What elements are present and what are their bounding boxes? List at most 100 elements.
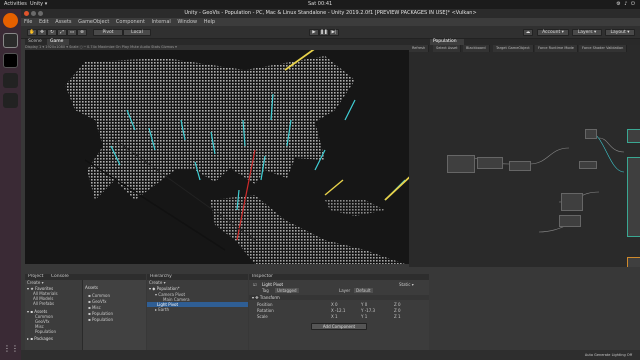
rect-tool-icon[interactable]: ▭: [67, 29, 77, 36]
local-toggle[interactable]: Local: [123, 29, 151, 36]
files-icon[interactable]: [3, 33, 18, 48]
asset-item[interactable]: ▪ Common: [88, 293, 110, 298]
scale-tool-icon[interactable]: ⤢: [57, 29, 67, 36]
favorite-item[interactable]: All Prefabs: [33, 301, 54, 306]
static-dropdown[interactable]: Static ▾: [399, 282, 414, 287]
maximize-window-icon[interactable]: [38, 11, 43, 16]
hierarchy-item[interactable]: ▸ Earth: [155, 307, 169, 312]
packages-header[interactable]: ▸ ▪ Packages: [27, 336, 53, 341]
transform-component-header[interactable]: ▾ ✥ Transform: [249, 295, 429, 300]
asset-item[interactable]: ▪ Population: [88, 311, 113, 316]
terminal-icon[interactable]: [3, 53, 18, 68]
asset-item[interactable]: ▪ GeoVfx: [88, 299, 107, 304]
app-menu[interactable]: Unity ▾: [30, 0, 47, 9]
menu-edit[interactable]: Edit: [39, 19, 49, 25]
packages-label: Packages: [34, 336, 53, 341]
rotate-tool-icon[interactable]: ↻: [47, 29, 57, 36]
clock[interactable]: Sat 00:41: [308, 0, 332, 9]
hand-tool-icon[interactable]: ✋: [27, 29, 37, 36]
menu-component[interactable]: Component: [116, 19, 145, 25]
app-grid-icon[interactable]: ⋮⋮: [3, 341, 19, 356]
layers-dropdown[interactable]: Layers ▾: [572, 29, 602, 36]
position-y-field[interactable]: Y 0: [361, 302, 367, 307]
rotation-x-field[interactable]: X -12.1: [331, 308, 345, 313]
graph-node[interactable]: [561, 193, 583, 211]
project-create-button[interactable]: Create ▾: [27, 280, 44, 285]
graph-context-node[interactable]: [627, 157, 640, 237]
scale-x-field[interactable]: X 1: [331, 314, 338, 319]
graph-force-shader-button[interactable]: Force Shader Validation: [579, 45, 628, 52]
graph-output-node[interactable]: [627, 257, 640, 267]
status-text: Auto Generate Lighting Off: [584, 353, 632, 357]
asset-item[interactable]: ▪ Population: [88, 317, 113, 322]
minimize-window-icon[interactable]: [31, 11, 36, 16]
play-button-icon[interactable]: ▶: [309, 29, 319, 36]
graph-force-runtime-button[interactable]: Force Runtime Mode: [535, 45, 578, 52]
graph-select-asset-button[interactable]: Select Asset: [433, 45, 462, 52]
activities-button[interactable]: Activities: [4, 0, 27, 9]
transform-tool-icon[interactable]: ⊕: [77, 29, 87, 36]
main-toolbar: ✋ ✥ ↻ ⤢ ▭ ⊕ Pivot Local ▶ ❚❚ ▶| ☁ Accoun…: [21, 26, 640, 39]
asset-item-label: Population: [91, 311, 113, 316]
menu-file[interactable]: File: [24, 19, 32, 25]
graph-node[interactable]: [585, 129, 597, 139]
account-dropdown[interactable]: Account ▾: [537, 29, 569, 36]
unity-icon[interactable]: [3, 73, 18, 88]
scale-z-field[interactable]: Z 1: [394, 314, 401, 319]
rotation-z-field[interactable]: Z 0: [394, 308, 401, 313]
folder-item[interactable]: Population: [35, 329, 56, 334]
menu-window[interactable]: Window: [177, 19, 197, 25]
system-top-bar: Activities Unity ▾ Sat 00:41 ⚙ ♪ ⏻: [0, 0, 640, 9]
object-active-checkbox[interactable]: ☑: [253, 282, 257, 287]
rotation-label: Rotation: [257, 308, 274, 313]
step-button-icon[interactable]: ▶|: [329, 29, 339, 36]
asset-item-label: Misc: [91, 305, 101, 310]
graph-node[interactable]: [509, 161, 531, 171]
graph-blackboard-button[interactable]: Blackboard: [463, 45, 490, 52]
move-tool-icon[interactable]: ✥: [37, 29, 47, 36]
graph-node[interactable]: [579, 161, 597, 169]
menu-gameobject[interactable]: GameObject: [78, 19, 109, 25]
asset-item[interactable]: ▪ Misc: [88, 305, 101, 310]
graph-context-node[interactable]: [627, 129, 640, 143]
layer-dropdown[interactable]: Default: [354, 288, 373, 293]
graph-refresh-button[interactable]: Refresh: [409, 45, 430, 52]
tab-inspector[interactable]: Inspector: [252, 274, 273, 279]
graph-node[interactable]: [447, 155, 475, 173]
status-bar: Auto Generate Lighting Off: [21, 350, 640, 360]
pause-button-icon[interactable]: ❚❚: [319, 29, 329, 36]
tab-console[interactable]: Console: [51, 274, 69, 279]
tag-dropdown[interactable]: Untagged: [275, 288, 299, 293]
vfx-graph-canvas[interactable]: Refresh Select Asset Blackboard Target G…: [409, 45, 640, 267]
menu-help[interactable]: Help: [204, 19, 215, 25]
hierarchy-create-button[interactable]: Create ▾: [149, 280, 166, 285]
position-z-field[interactable]: Z 0: [394, 302, 401, 307]
firefox-icon[interactable]: [3, 13, 18, 28]
transform-label: Transform: [259, 295, 280, 300]
tab-project[interactable]: Project: [28, 274, 43, 279]
position-label: Position: [257, 302, 273, 307]
collab-cloud-icon[interactable]: ☁: [523, 29, 533, 36]
tab-hierarchy[interactable]: Hierarchy: [150, 274, 172, 279]
assets-list-header: Assets: [85, 285, 99, 290]
menu-internal[interactable]: Internal: [152, 19, 171, 25]
inspector-tab-bar: Inspector: [249, 274, 429, 280]
menu-assets[interactable]: Assets: [55, 19, 71, 25]
object-name-field[interactable]: Light Pivot: [262, 282, 283, 287]
scale-y-field[interactable]: Y 1: [361, 314, 367, 319]
rotation-y-field[interactable]: Y -17.3: [361, 308, 375, 313]
system-tray[interactable]: ⚙ ♪ ⏻: [616, 0, 636, 9]
graph-target-gameobject-button[interactable]: Target GameObject: [493, 45, 534, 52]
pivot-toggle[interactable]: Pivot: [93, 29, 123, 36]
add-component-button[interactable]: Add Component: [311, 323, 367, 330]
graph-node[interactable]: [559, 215, 581, 227]
unity-hub-icon[interactable]: [3, 93, 18, 108]
layout-dropdown[interactable]: Layout ▾: [605, 29, 635, 36]
inspector-panel: Inspector ☑ Light Pivot Static ▾ Tag Unt…: [249, 274, 429, 350]
close-window-icon[interactable]: [24, 11, 29, 16]
game-view-viewport[interactable]: [25, 50, 430, 264]
project-panel: Project Console Create ▾ ▾ ★ Favorites A…: [25, 274, 146, 350]
position-x-field[interactable]: X 0: [331, 302, 338, 307]
scene-root[interactable]: ▾ ◆ Population*: [149, 286, 180, 291]
graph-node[interactable]: [477, 157, 503, 169]
